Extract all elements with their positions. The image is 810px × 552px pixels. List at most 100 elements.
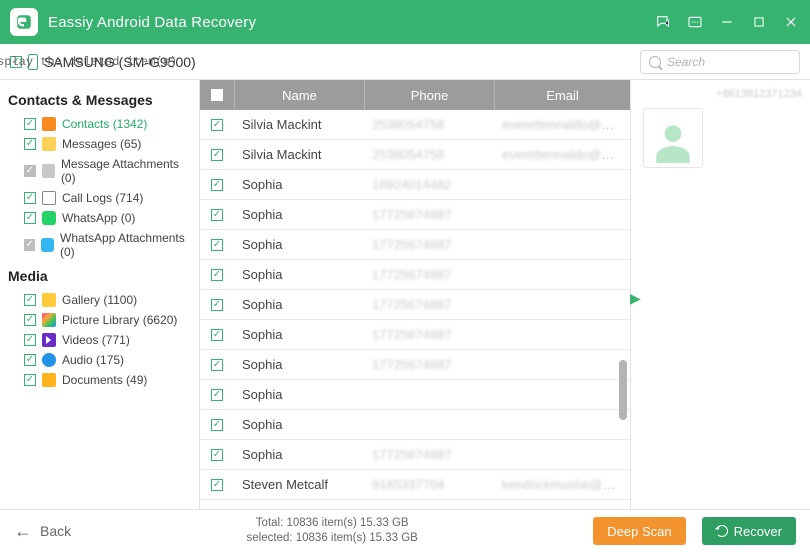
row-checkbox[interactable] — [211, 299, 223, 311]
row-checkbox[interactable] — [211, 239, 223, 251]
sidebar-item-label: Videos (771) — [62, 333, 130, 347]
sidebar-item[interactable]: Gallery (1100) — [8, 290, 191, 310]
item-checkbox[interactable] — [24, 294, 36, 306]
select-all-checkbox[interactable] — [211, 89, 223, 101]
recover-button[interactable]: Recover — [702, 517, 796, 545]
icon-docs-icon — [42, 373, 56, 387]
row-checkbox[interactable] — [211, 329, 223, 341]
deleted-filter-toggle[interactable]: OFF Only display the deleted item(s) — [0, 53, 177, 71]
maximize-icon[interactable] — [750, 13, 768, 31]
table-row[interactable]: Sophia17725674887 — [200, 320, 630, 350]
col-email[interactable]: Email — [494, 80, 630, 110]
table-row[interactable]: Sophia17725674887 — [200, 230, 630, 260]
sidebar-item-label: Contacts (1342) — [62, 117, 147, 131]
sidebar-item[interactable]: Picture Library (6620) — [8, 310, 191, 330]
sidebar-item[interactable]: Call Logs (714) — [8, 188, 191, 208]
sidebar-item-label: Gallery (1100) — [62, 293, 137, 307]
avatar-icon — [643, 108, 703, 168]
back-arrow-icon: ← — [14, 521, 32, 542]
item-checkbox[interactable] — [24, 138, 36, 150]
row-checkbox[interactable] — [211, 119, 223, 131]
row-checkbox[interactable] — [211, 209, 223, 221]
cell-phone: 17725674887 — [364, 327, 494, 342]
minimize-icon[interactable] — [718, 13, 736, 31]
sidebar-item[interactable]: WhatsApp Attachments (0) — [8, 228, 191, 262]
cell-name: Steven Metcalf — [234, 477, 364, 492]
item-checkbox[interactable] — [24, 354, 36, 366]
titlebar: Eassiy Android Data Recovery — [0, 0, 810, 44]
cell-phone: 9185337704 — [364, 477, 494, 492]
toggle-label: Only display the deleted item(s) — [0, 55, 177, 69]
sidebar-item[interactable]: Contacts (1342) — [8, 114, 191, 134]
sidebar-item[interactable]: Message Attachments (0) — [8, 154, 191, 188]
item-checkbox[interactable] — [24, 374, 36, 386]
sidebar-item-label: WhatsApp (0) — [62, 211, 135, 225]
feedback-icon[interactable] — [654, 13, 672, 31]
row-checkbox[interactable] — [211, 179, 223, 191]
cell-phone: 17725674887 — [364, 447, 494, 462]
sidebar: Contacts & Messages Contacts (1342)Messa… — [0, 80, 200, 509]
table-header: Name Phone Email — [200, 80, 630, 110]
table-row[interactable]: Sophia17725674887 — [200, 200, 630, 230]
row-checkbox[interactable] — [211, 359, 223, 371]
item-checkbox[interactable] — [24, 165, 36, 177]
cell-email: kendrickmushe@gmail.com — [494, 477, 630, 492]
row-checkbox[interactable] — [211, 389, 223, 401]
sidebar-item[interactable]: WhatsApp (0) — [8, 208, 191, 228]
icon-calls-icon — [42, 191, 56, 205]
cell-name: Sophia — [234, 387, 364, 402]
cell-phone: 2538054758 — [364, 117, 494, 132]
search-input[interactable]: Search — [640, 50, 800, 74]
contacts-table: Name Phone Email Silvia Mackint253805475… — [200, 80, 630, 509]
cell-phone: 18924014482 — [364, 177, 494, 192]
footer: ← Back Total: 10836 item(s) 15.33 GB sel… — [0, 510, 810, 552]
col-name[interactable]: Name — [234, 80, 364, 110]
table-row[interactable]: Sophia — [200, 380, 630, 410]
item-checkbox[interactable] — [24, 192, 36, 204]
row-checkbox[interactable] — [211, 479, 223, 491]
cell-name: Sophia — [234, 237, 364, 252]
row-checkbox[interactable] — [211, 449, 223, 461]
table-row[interactable]: Sophia17725674887 — [200, 290, 630, 320]
col-phone[interactable]: Phone — [364, 80, 494, 110]
table-row[interactable]: Sophia17725674887 — [200, 260, 630, 290]
item-checkbox[interactable] — [24, 118, 36, 130]
totals-label: Total: 10836 item(s) 15.33 GB selected: … — [87, 516, 577, 546]
cell-email: everettennaldo@msn.com — [494, 117, 630, 132]
table-row[interactable]: Silvia Mackint2538054758everettennaldo@m… — [200, 140, 630, 170]
row-checkbox[interactable] — [211, 149, 223, 161]
sidebar-item[interactable]: Documents (49) — [8, 370, 191, 390]
row-checkbox[interactable] — [211, 269, 223, 281]
scrollbar-thumb[interactable] — [619, 360, 627, 420]
table-row[interactable]: Steven Metcalf9185337704kendrickmushe@gm… — [200, 470, 630, 500]
row-checkbox[interactable] — [211, 419, 223, 431]
cell-email: everettennaldo@msn.com — [494, 147, 630, 162]
item-checkbox[interactable] — [24, 334, 36, 346]
cell-name: Sophia — [234, 447, 364, 462]
cell-phone: 17725674887 — [364, 267, 494, 282]
cell-name: Sophia — [234, 297, 364, 312]
cell-name: Sophia — [234, 177, 364, 192]
search-placeholder: Search — [667, 55, 705, 69]
sidebar-item[interactable]: Messages (65) — [8, 134, 191, 154]
sidebar-item-label: Audio (175) — [62, 353, 124, 367]
item-checkbox[interactable] — [24, 239, 35, 251]
table-row[interactable]: Sophia — [200, 410, 630, 440]
sidebar-item-label: WhatsApp Attachments (0) — [60, 231, 191, 259]
table-row[interactable]: Sophia17725674887 — [200, 440, 630, 470]
sidebar-item[interactable]: Audio (175) — [8, 350, 191, 370]
item-checkbox[interactable] — [24, 314, 36, 326]
expand-arrow-icon[interactable]: ▶ — [630, 290, 641, 307]
deep-scan-button[interactable]: Deep Scan — [593, 517, 685, 545]
sidebar-item-label: Messages (65) — [62, 137, 141, 151]
table-row[interactable]: Sophia17725674887 — [200, 350, 630, 380]
table-row[interactable]: Sophia18924014482 — [200, 170, 630, 200]
sidebar-item[interactable]: Videos (771) — [8, 330, 191, 350]
table-row[interactable]: Silvia Mackint2538054758everettennaldo@m… — [200, 110, 630, 140]
close-icon[interactable] — [782, 13, 800, 31]
menu-icon[interactable] — [686, 13, 704, 31]
cell-phone: 17725674887 — [364, 237, 494, 252]
back-button[interactable]: ← Back — [14, 521, 71, 542]
item-checkbox[interactable] — [24, 212, 36, 224]
icon-whatsapp-icon — [42, 211, 56, 225]
